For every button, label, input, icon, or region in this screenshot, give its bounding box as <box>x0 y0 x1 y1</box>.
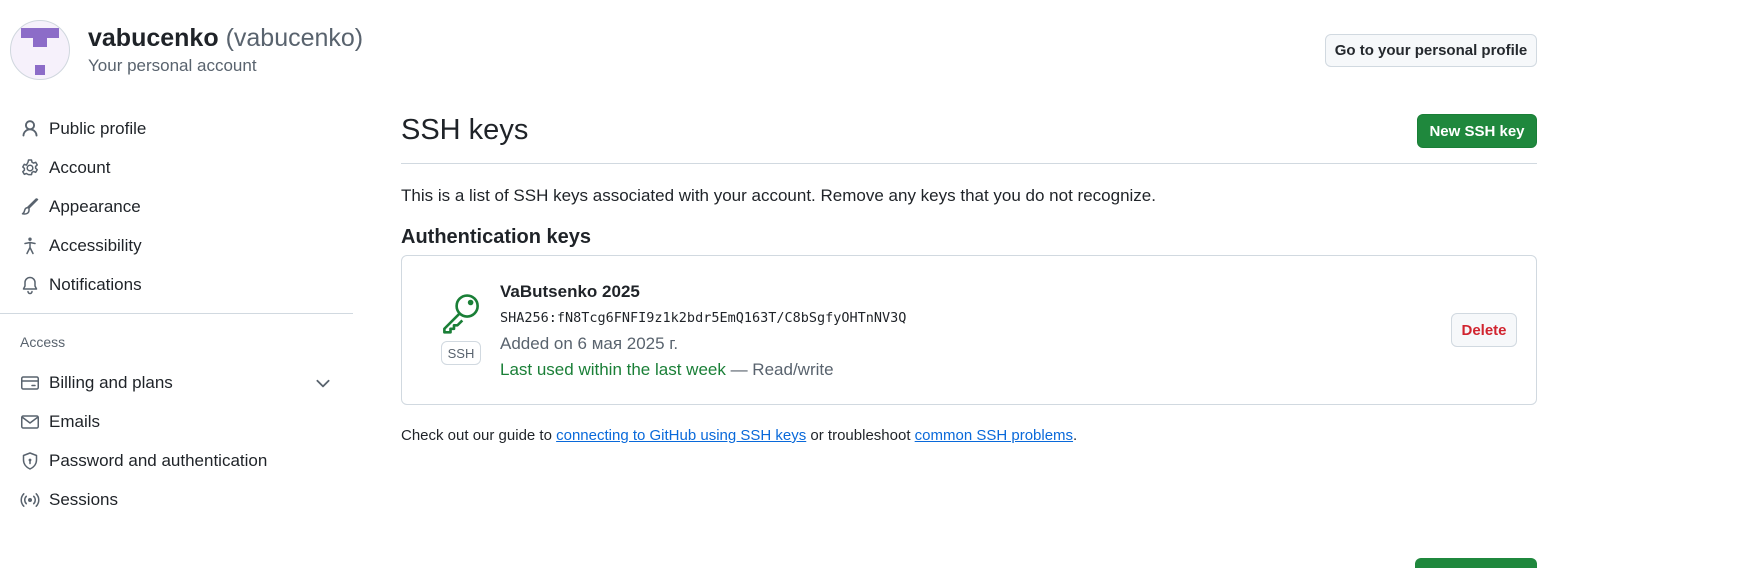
intro-text: This is a list of SSH keys associated wi… <box>401 186 1156 205</box>
bell-icon <box>22 276 38 295</box>
account-login: (vabucenko) <box>225 24 364 52</box>
key-last-used-status: Last used within the last week <box>500 360 726 379</box>
broadcast-icon <box>20 493 40 507</box>
sidebar-item-label: Appearance <box>49 197 141 216</box>
sidebar-item-appearance[interactable]: Appearance <box>20 192 141 222</box>
credit-card-icon <box>21 376 39 390</box>
key-fingerprint: SHA256:fN8Tcg6FNFI9z1k2bdr5EmQ163T/C8bSg… <box>500 310 907 326</box>
gear-icon <box>22 159 38 176</box>
ssh-key-card <box>401 255 1537 405</box>
key-title: VaButsenko 2025 <box>500 282 640 301</box>
partial-bottom-button[interactable] <box>1415 558 1537 568</box>
sidebar-item-accessibility[interactable]: Accessibility <box>20 231 142 261</box>
key-last-used: Last used within the last week — Read/wr… <box>500 360 834 380</box>
shield-icon <box>22 452 38 470</box>
page-title: SSH keys <box>401 114 529 146</box>
sidebar-item-emails[interactable]: Emails <box>20 407 100 437</box>
sidebar-item-billing[interactable]: Billing and plans <box>20 368 173 398</box>
person-icon <box>22 120 38 137</box>
account-display-name: vabucenko <box>88 24 219 52</box>
accessibility-icon <box>24 237 36 255</box>
sidebar-item-label: Public profile <box>49 119 147 138</box>
sidebar-item-label: Notifications <box>49 275 142 294</box>
sidebar-item-public-profile[interactable]: Public profile <box>20 114 146 144</box>
section-title: Authentication keys <box>401 226 592 248</box>
sidebar-item-label: Sessions <box>49 490 118 509</box>
sidebar-item-account[interactable]: Account <box>20 153 110 183</box>
mail-icon <box>21 415 39 429</box>
title-divider <box>401 163 1537 164</box>
sidebar-divider <box>0 313 353 314</box>
sidebar-item-label: Emails <box>49 412 101 431</box>
sidebar-item-notifications[interactable]: Notifications <box>20 270 142 300</box>
account-subtitle: Your personal account <box>88 56 257 75</box>
ssh-badge: SSH <box>441 341 481 365</box>
key-access-level: — Read/write <box>725 360 834 379</box>
new-ssh-key-button[interactable]: New SSH key <box>1417 114 1537 148</box>
guide-suffix: . <box>1073 427 1078 444</box>
sidebar-group-label: Access <box>20 334 66 350</box>
ssh-problems-link[interactable]: common SSH problems <box>915 427 1073 444</box>
key-added-date: Added on 6 мая 2025 г. <box>500 334 679 353</box>
sidebar-item-label: Account <box>49 158 111 177</box>
sidebar-item-password-authentication[interactable]: Password and authentication <box>20 446 267 476</box>
key-icon <box>443 294 479 334</box>
sidebar-item-label: Accessibility <box>49 236 142 255</box>
guide-middle: or troubleshoot <box>806 427 915 444</box>
sidebar-item-sessions[interactable]: Sessions <box>20 485 118 515</box>
paintbrush-icon <box>21 198 39 215</box>
ssh-guide-link[interactable]: connecting to GitHub using SSH keys <box>556 427 806 444</box>
avatar <box>10 20 70 80</box>
sidebar-item-label: Password and authentication <box>49 451 268 470</box>
guide-prefix: Check out our guide to <box>401 427 557 444</box>
delete-key-button[interactable]: Delete <box>1451 313 1517 347</box>
sidebar-item-label: Billing and plans <box>49 373 173 392</box>
guide-text: Check out our guide to connecting to Git… <box>401 427 1077 444</box>
account-name: vabucenko (vabucenko) <box>88 24 363 53</box>
personal-profile-button[interactable]: Go to your personal profile <box>1325 34 1537 67</box>
chevron-down-icon[interactable] <box>314 374 332 392</box>
